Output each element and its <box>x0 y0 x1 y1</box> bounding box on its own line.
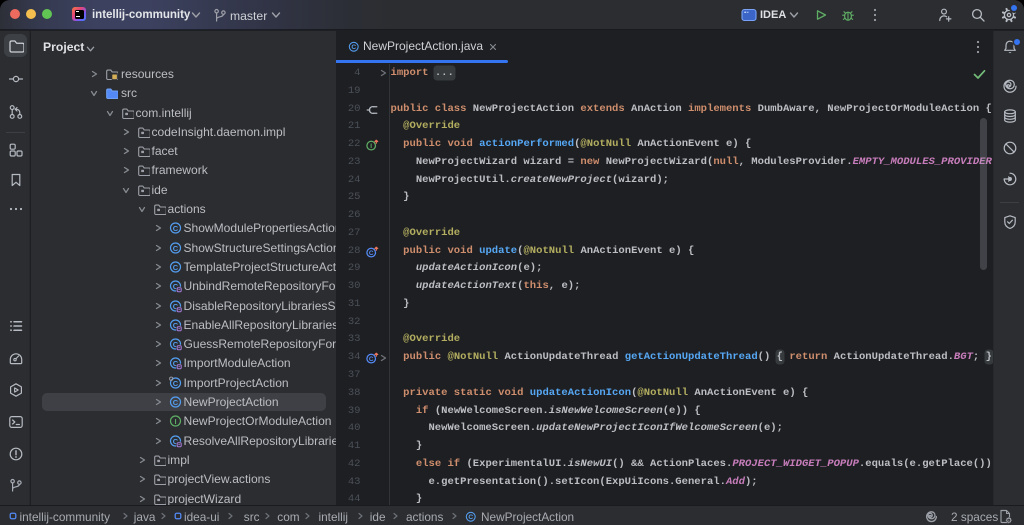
svg-text:C: C <box>351 44 356 51</box>
svg-text:C: C <box>173 243 179 252</box>
svg-text:C: C <box>173 398 179 407</box>
svg-text:C: C <box>468 514 473 521</box>
svg-text:I: I <box>174 417 176 426</box>
svg-text:C: C <box>369 250 374 257</box>
svg-text:C: C <box>173 263 179 272</box>
svg-text:I: I <box>370 143 372 150</box>
svg-text:C: C <box>369 356 374 363</box>
svg-text:C: C <box>173 224 179 233</box>
svg-text:C: C <box>173 379 179 388</box>
